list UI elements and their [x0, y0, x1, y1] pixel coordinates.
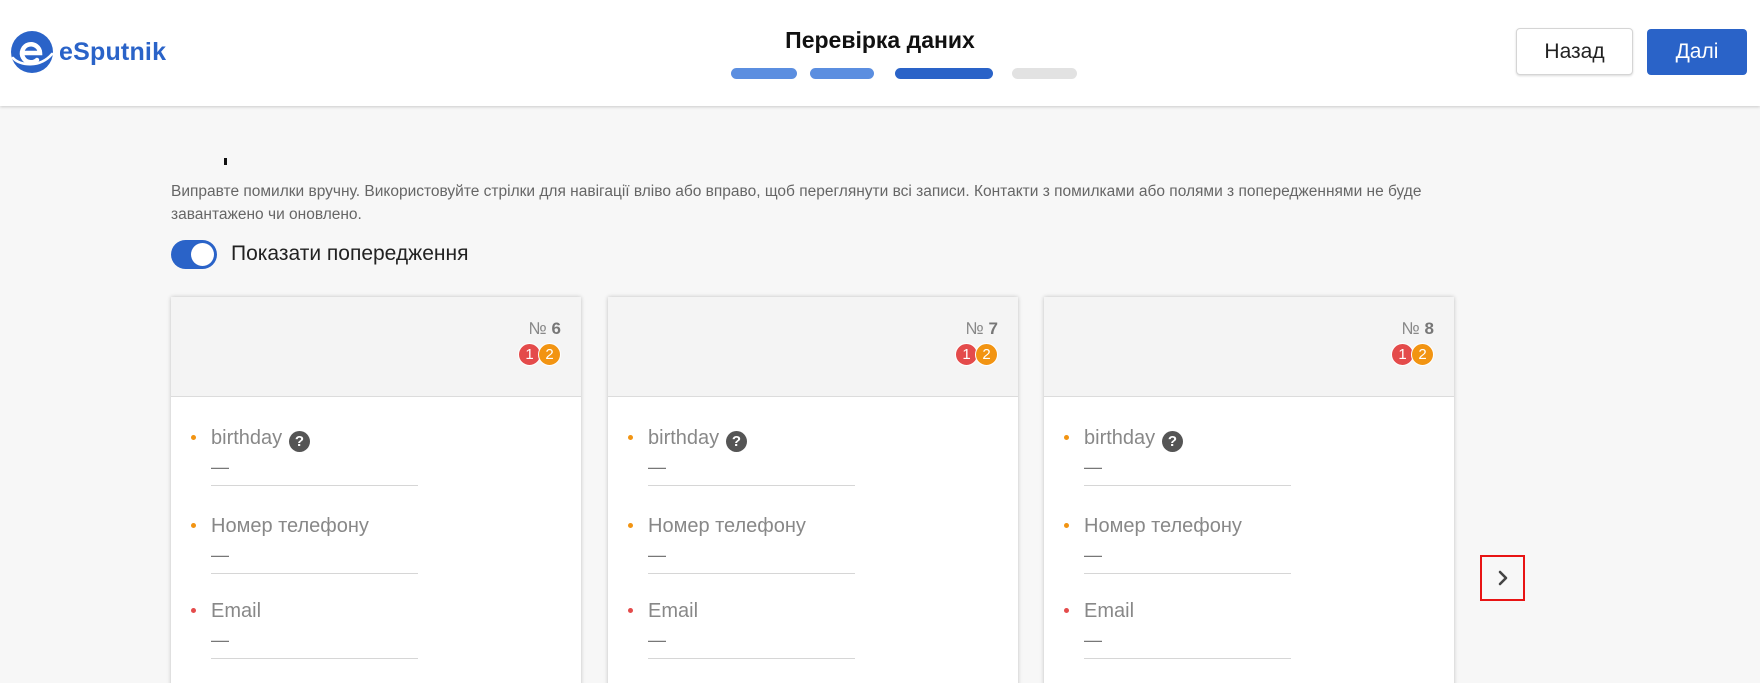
- field-underline: [648, 658, 855, 659]
- field-underline: [211, 573, 418, 574]
- warning-dot: [1064, 435, 1069, 440]
- error-dot: [1064, 608, 1069, 613]
- record-card-header: № 6 1 2: [171, 297, 581, 397]
- field-underline: [648, 485, 855, 486]
- field-label: Email: [1084, 600, 1135, 622]
- field-value[interactable]: —: [648, 630, 666, 651]
- help-icon[interactable]: ?: [726, 431, 747, 452]
- record-issue-badges: 1 2: [955, 343, 998, 366]
- instructions-text: Виправте помилки вручну. Використовуйте …: [171, 183, 1422, 223]
- next-records-button[interactable]: [1480, 555, 1525, 601]
- record-card: № 8 1 2 birthday ? — Номер телефону — Em…: [1044, 297, 1454, 683]
- field-label: birthday: [648, 427, 720, 449]
- field-underline: [1084, 573, 1291, 574]
- record-card: № 7 1 2 birthday ? — Номер телефону — Em…: [608, 297, 1018, 683]
- field-label: birthday: [211, 427, 283, 449]
- record-card-header: № 7 1 2: [608, 297, 1018, 397]
- field-label: Email: [648, 600, 699, 622]
- error-dot: [628, 608, 633, 613]
- warning-dot: [191, 523, 196, 528]
- record-card-header: № 8 1 2: [1044, 297, 1454, 397]
- record-card: № 6 1 2 birthday ? — Номер телефону — Em…: [171, 297, 581, 683]
- record-issue-badges: 1 2: [518, 343, 561, 366]
- field-label: Номер телефону: [211, 515, 369, 537]
- field-value[interactable]: —: [211, 630, 229, 651]
- field-underline: [211, 485, 418, 486]
- record-number: № 7: [965, 319, 998, 338]
- chevron-right-icon: [1498, 570, 1507, 586]
- warning-count-badge: 2: [538, 343, 561, 366]
- progress-step-4: [1012, 68, 1077, 79]
- field-underline: [1084, 485, 1291, 486]
- app-header: eSputnik Перевірка даних Назад Далі: [0, 0, 1760, 106]
- field-underline: [1084, 658, 1291, 659]
- field-value[interactable]: —: [1084, 457, 1102, 478]
- field-label: Email: [211, 600, 262, 622]
- field-value[interactable]: —: [648, 457, 666, 478]
- help-icon[interactable]: ?: [1162, 431, 1183, 452]
- field-underline: [211, 658, 418, 659]
- show-warnings-toggle[interactable]: [171, 240, 217, 269]
- next-button[interactable]: Далі: [1647, 29, 1747, 75]
- error-dot: [191, 608, 196, 613]
- record-number: № 8: [1401, 319, 1434, 338]
- toggle-knob: [191, 243, 214, 266]
- record-number: № 6: [528, 319, 561, 338]
- field-value[interactable]: —: [1084, 545, 1102, 566]
- record-issue-badges: 1 2: [1391, 343, 1434, 366]
- field-value[interactable]: —: [1084, 630, 1102, 651]
- field-label: Номер телефону: [648, 515, 806, 537]
- help-icon[interactable]: ?: [289, 431, 310, 452]
- warning-count-badge: 2: [975, 343, 998, 366]
- warning-dot: [1064, 523, 1069, 528]
- warning-dot: [628, 523, 633, 528]
- warning-count-badge: 2: [1411, 343, 1434, 366]
- field-label: birthday: [1084, 427, 1156, 449]
- back-button[interactable]: Назад: [1516, 28, 1633, 75]
- field-value[interactable]: —: [211, 545, 229, 566]
- progress-step-1: [731, 68, 797, 79]
- field-value[interactable]: —: [648, 545, 666, 566]
- decorative-mark: [224, 158, 227, 165]
- field-value[interactable]: —: [211, 457, 229, 478]
- progress-step-3: [895, 68, 993, 79]
- page-title: Перевірка даних: [785, 27, 975, 53]
- show-warnings-label: Показати попередження: [231, 242, 469, 265]
- field-underline: [648, 573, 855, 574]
- warning-dot: [191, 435, 196, 440]
- field-label: Номер телефону: [1084, 515, 1242, 537]
- progress-step-2: [810, 68, 874, 79]
- warning-dot: [628, 435, 633, 440]
